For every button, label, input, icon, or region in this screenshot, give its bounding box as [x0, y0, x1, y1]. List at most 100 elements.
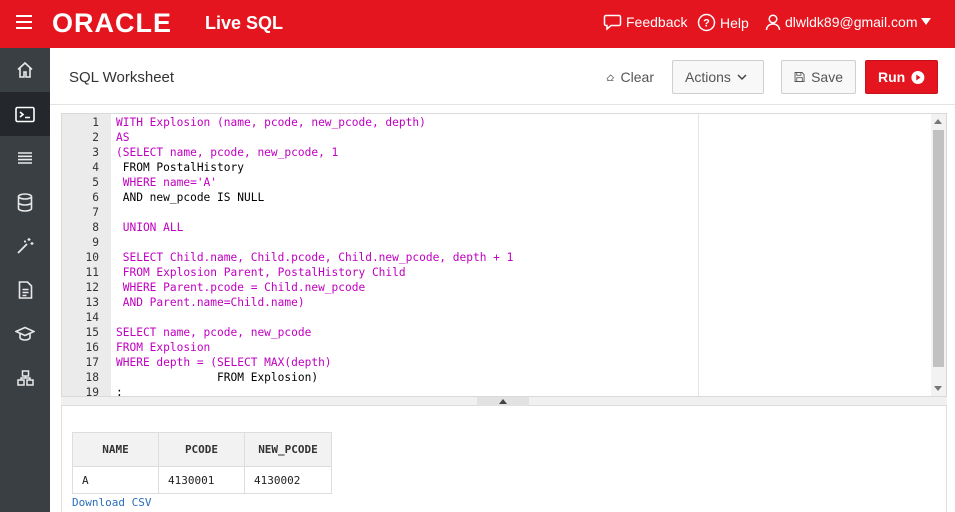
code-line[interactable]: 14: [62, 310, 932, 325]
line-number: 7: [92, 206, 99, 219]
code-line[interactable]: 13 AND Parent.name=Child.name): [62, 295, 932, 310]
oracle-logo[interactable]: ORACLE: [52, 8, 172, 38]
feedback-link[interactable]: Feedback: [603, 13, 687, 31]
line-number: 10: [85, 251, 99, 264]
line-number: 1: [92, 116, 99, 129]
line-number: 4: [92, 161, 99, 174]
run-label: Run: [878, 69, 906, 85]
sql-worksheet-icon: [15, 106, 35, 122]
column-header: PCODE: [158, 432, 245, 467]
speech-bubble-icon: [603, 14, 622, 31]
table-cell: 4130002: [244, 466, 332, 494]
code-line[interactable]: 17 WHERE depth = (SELECT MAX(depth): [62, 355, 932, 370]
scroll-down-icon[interactable]: [934, 386, 942, 391]
menu-icon[interactable]: [16, 15, 32, 31]
line-number: 11: [85, 266, 99, 279]
code-line[interactable]: 18 FROM Explosion): [62, 370, 932, 385]
document-icon: [18, 281, 32, 299]
code-line[interactable]: 2 AS: [62, 130, 932, 145]
code-line[interactable]: 12 WHERE Parent.pcode = Child.new_pcode: [62, 280, 932, 295]
code-line[interactable]: 15 SELECT name, pcode, new_pcode: [62, 325, 932, 340]
line-number: 6: [92, 191, 99, 204]
line-text: WHERE Parent.pcode = Child.new_pcode: [116, 281, 366, 294]
product-name[interactable]: Live SQL: [205, 12, 283, 34]
line-number: 2: [92, 131, 99, 144]
help-link[interactable]: ? Help: [697, 13, 749, 32]
scrollbar-thumb[interactable]: [933, 130, 944, 367]
sidebar-item-code-library[interactable]: [0, 312, 50, 356]
sidebar-item-home[interactable]: [0, 48, 50, 92]
line-number: 16: [85, 341, 99, 354]
save-button[interactable]: Save: [781, 60, 856, 94]
code-line[interactable]: 3 (SELECT name, pcode, new_pcode, 1: [62, 145, 932, 160]
chevron-down-icon: [737, 73, 747, 80]
caret-down-icon: [921, 18, 932, 25]
line-number: 3: [92, 146, 99, 159]
line-text: AND Parent.name=Child.name): [116, 296, 305, 309]
line-text: AS: [116, 131, 130, 144]
line-text: WHERE depth = (SELECT MAX(depth): [116, 356, 332, 369]
line-text: FROM Explosion Parent, PostalHistory Chi…: [116, 266, 406, 279]
line-number: 14: [85, 311, 99, 324]
database-icon: [17, 192, 33, 212]
code-line[interactable]: 9: [62, 235, 932, 250]
sidebar-item-schema[interactable]: [0, 180, 50, 224]
code-line[interactable]: 6 AND new_pcode IS NULL: [62, 190, 932, 205]
line-text: (SELECT name, pcode, new_pcode, 1: [116, 146, 339, 159]
sidebar-item-sql-worksheet[interactable]: [0, 92, 50, 136]
graduation-cap-icon: [15, 326, 35, 341]
column-header: NEW_PCODE: [244, 432, 332, 467]
play-circle-icon: [911, 70, 925, 84]
line-number: 5: [92, 176, 99, 189]
top-bar: ORACLE Live SQL Feedback ? Help dlwldk89…: [0, 0, 955, 48]
schema-icon: [16, 370, 34, 386]
sidebar-item-quick-sql[interactable]: [0, 224, 50, 268]
code-line[interactable]: 4 FROM PostalHistory: [62, 160, 932, 175]
run-button[interactable]: Run: [865, 60, 938, 94]
home-icon: [17, 61, 33, 78]
sidebar-item-library[interactable]: [0, 268, 50, 312]
code-line[interactable]: 16 FROM Explosion: [62, 340, 932, 355]
table-row: A 4130001 4130002: [72, 466, 332, 494]
sql-editor[interactable]: 1 WITH Explosion (name, pcode, new_pcode,…: [61, 113, 947, 397]
code-line[interactable]: 19;: [62, 385, 932, 397]
svg-text:?: ?: [703, 18, 710, 30]
pane-splitter[interactable]: [61, 397, 947, 406]
user-email: dlwldk89@gmail.com: [785, 14, 918, 30]
code-line[interactable]: 10 SELECT Child.name, Child.pcode, Child…: [62, 250, 932, 265]
header-divider: [50, 104, 955, 105]
help-label: Help: [720, 14, 749, 31]
actions-dropdown[interactable]: Actions: [672, 60, 764, 94]
live-sql-app: ORACLE Live SQL Feedback ? Help dlwldk89…: [0, 0, 955, 512]
code-line[interactable]: 8 UNION ALL: [62, 220, 932, 235]
clear-button[interactable]: Clear: [594, 60, 666, 94]
user-menu[interactable]: dlwldk89@gmail.com: [765, 13, 932, 31]
line-number: 8: [92, 221, 99, 234]
scroll-up-icon[interactable]: [934, 119, 942, 124]
results-table: NAME PCODE NEW_PCODE A 4130001 4130002: [72, 432, 332, 494]
user-icon: [765, 13, 781, 30]
line-number: 15: [85, 326, 99, 339]
eraser-icon: [606, 73, 615, 81]
code-line[interactable]: 1 WITH Explosion (name, pcode, new_pcode,…: [62, 115, 932, 130]
sidebar-item-my-scripts[interactable]: [0, 136, 50, 180]
line-number: 17: [85, 356, 99, 369]
wand-icon: [17, 238, 34, 254]
editor-scrollbar[interactable]: [931, 114, 946, 396]
clear-label: Clear: [620, 69, 654, 85]
sidebar-item-schema-browser[interactable]: [0, 356, 50, 400]
save-label: Save: [811, 69, 843, 85]
sidebar: [0, 48, 50, 512]
table-cell: 4130001: [158, 466, 245, 494]
code-lines[interactable]: 1 WITH Explosion (name, pcode, new_pcode,…: [62, 115, 932, 397]
code-line[interactable]: 7: [62, 205, 932, 220]
code-line[interactable]: 5 WHERE name='A': [62, 175, 932, 190]
collapse-editor-icon[interactable]: [477, 397, 529, 406]
line-text: SELECT name, pcode, new_pcode: [116, 326, 312, 339]
download-csv-link[interactable]: Download CSV: [72, 496, 151, 509]
feedback-label: Feedback: [626, 14, 688, 30]
floppy-disk-icon: [794, 72, 805, 82]
line-text: FROM Explosion): [116, 371, 319, 384]
line-number: 19: [85, 386, 99, 397]
code-line[interactable]: 11 FROM Explosion Parent, PostalHistory …: [62, 265, 932, 280]
